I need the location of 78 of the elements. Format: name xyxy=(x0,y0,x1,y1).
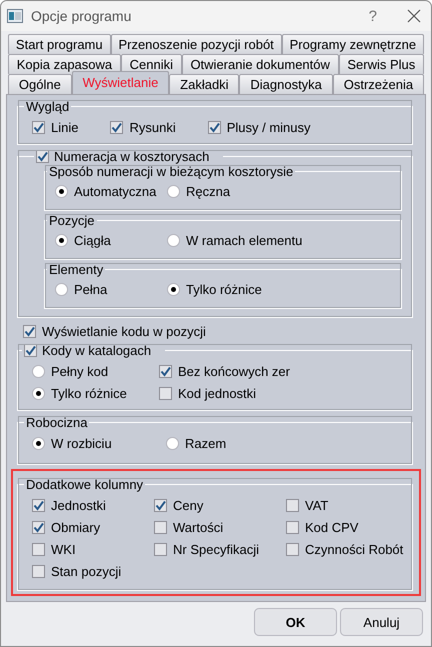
checkbox-label: Plusy / minusy xyxy=(226,120,311,134)
group-title: Dodatkowe kolumny xyxy=(25,477,144,492)
tab[interactable]: Programy zewnętrzne xyxy=(282,34,424,54)
checkbox-label: Kod jednostki xyxy=(178,386,256,400)
checkbox-label: Kody w katalogach xyxy=(42,343,152,358)
tab[interactable]: Kopia zapasowa xyxy=(8,54,121,74)
checkbox[interactable] xyxy=(159,364,172,378)
tab[interactable]: Zakładki xyxy=(169,74,240,94)
help-button[interactable]: ? xyxy=(368,8,377,24)
ok-button[interactable]: OK xyxy=(254,608,337,636)
radio-button[interactable] xyxy=(55,282,68,296)
radio-button[interactable] xyxy=(32,364,45,378)
radio-button[interactable] xyxy=(167,234,180,246)
close-icon[interactable] xyxy=(407,9,421,23)
checkbox-label: Ceny xyxy=(173,498,204,512)
tab[interactable]: Otwieranie dokumentów xyxy=(182,54,339,74)
checkbox[interactable] xyxy=(36,150,49,163)
checkbox-label: Wyświetlanie kodu w pozycji xyxy=(42,324,206,339)
group-title: Sposób numeracji w bieżącym kosztorysie xyxy=(48,164,294,179)
radio-button[interactable] xyxy=(166,436,179,450)
radio-button[interactable] xyxy=(32,436,45,450)
radio-label: Ciągła xyxy=(74,232,111,248)
checkbox[interactable] xyxy=(24,344,37,357)
radio-button[interactable] xyxy=(55,184,68,198)
checkbox-label: Wartości xyxy=(173,520,224,534)
radio-button[interactable] xyxy=(55,234,68,246)
checkbox[interactable] xyxy=(32,564,45,578)
checkbox[interactable] xyxy=(154,542,167,556)
checkbox[interactable] xyxy=(32,542,45,556)
radio-label: Razem xyxy=(185,436,226,450)
radio-button[interactable] xyxy=(32,386,45,400)
radio-label: Pełna xyxy=(74,282,108,296)
radio-label: Ręczna xyxy=(186,184,230,198)
checkbox-label: Czynności Robót xyxy=(305,542,404,556)
group-title: Wygląd xyxy=(25,99,70,114)
checkbox-label: Numeracja w kosztorysach xyxy=(54,149,210,164)
checkbox[interactable] xyxy=(154,520,167,534)
tab[interactable]: Ostrzeżenia xyxy=(332,74,424,94)
radio-label: Tylko różnice xyxy=(51,386,127,400)
checkbox-label: VAT xyxy=(305,498,328,512)
tab[interactable]: Przenoszenie pozycji robót xyxy=(110,34,282,54)
radio-label: Tylko różnice xyxy=(186,282,262,296)
checkbox[interactable] xyxy=(286,542,299,556)
checkbox-label: Nr Specyfikacji xyxy=(173,542,259,556)
tab[interactable]: Ogólne xyxy=(8,74,72,94)
radio-label: Pełny kod xyxy=(51,364,108,378)
radio-label: Automatyczna xyxy=(74,184,156,198)
checkbox[interactable] xyxy=(154,498,167,512)
tab[interactable]: Diagnostyka xyxy=(239,74,333,94)
radio-label: W ramach elementu xyxy=(186,232,302,248)
app-icon xyxy=(7,9,23,23)
checkbox-label: Bez końcowych zer xyxy=(178,364,290,378)
checkbox[interactable] xyxy=(286,498,299,512)
checkbox-label: Jednostki xyxy=(51,498,106,512)
radio-button[interactable] xyxy=(167,184,180,198)
tab[interactable]: Serwis Plus xyxy=(338,54,424,74)
checkbox[interactable] xyxy=(23,325,36,338)
checkbox[interactable] xyxy=(32,120,45,134)
checkbox[interactable] xyxy=(159,386,172,400)
checkbox-label: Kod CPV xyxy=(305,520,358,534)
tab[interactable]: Start programu xyxy=(8,34,111,54)
group-title: Robocizna xyxy=(25,415,88,430)
group-title: Pozycje xyxy=(48,213,96,228)
radio-label: W rozbiciu xyxy=(51,436,112,450)
checkbox[interactable] xyxy=(208,120,221,134)
group-title: Elementy xyxy=(48,262,104,277)
checkbox-label: Linie xyxy=(51,120,78,134)
checkbox-label: Rysunki xyxy=(129,120,176,134)
checkbox-label: Stan pozycji xyxy=(51,564,122,578)
checkbox[interactable] xyxy=(110,120,124,134)
checkbox[interactable] xyxy=(286,520,299,534)
checkbox-label: Obmiary xyxy=(51,520,100,534)
radio-button[interactable] xyxy=(167,282,180,296)
cancel-button[interactable]: Anuluj xyxy=(340,608,423,636)
checkbox-label: WKI xyxy=(51,542,76,556)
window-title: Opcje programu xyxy=(31,8,132,24)
checkbox[interactable] xyxy=(32,520,45,534)
checkbox[interactable] xyxy=(32,498,45,512)
